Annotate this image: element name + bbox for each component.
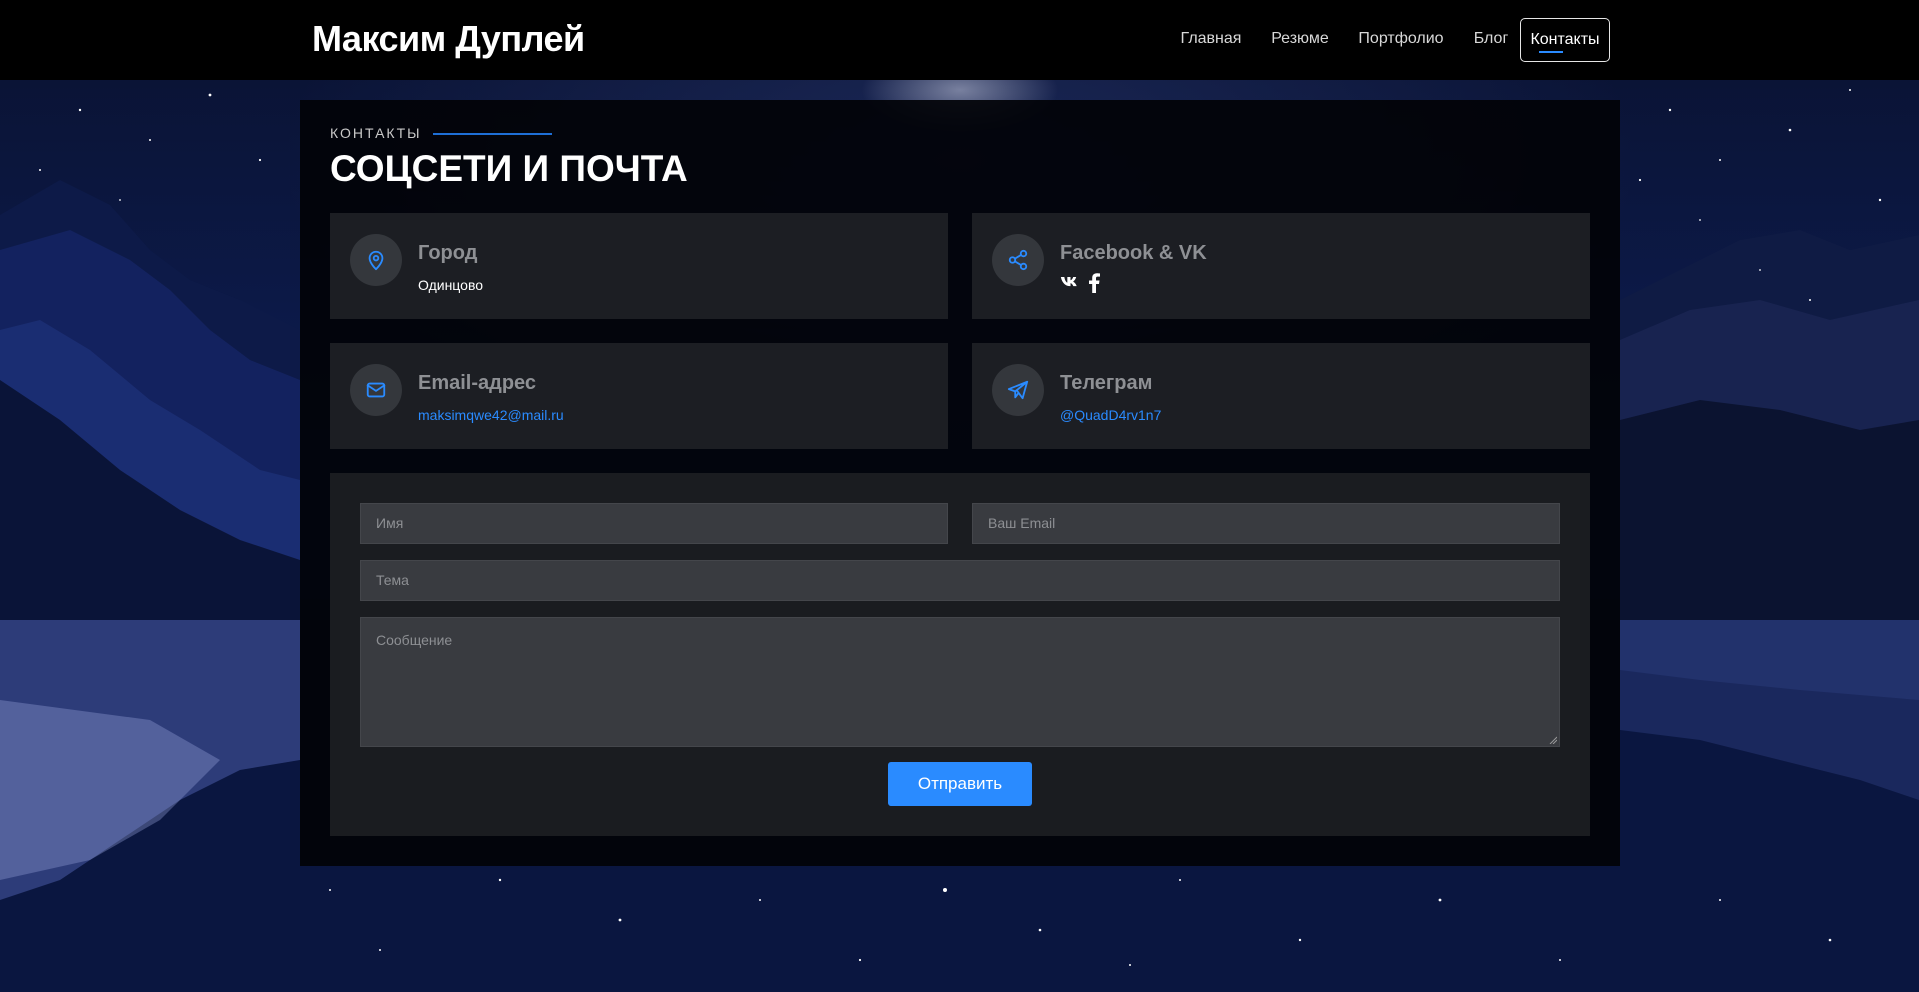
social-title: Facebook & VK [1060, 242, 1207, 264]
eyebrow-divider [433, 133, 552, 135]
telegram-title: Телеграм [1060, 372, 1153, 394]
telegram-card: Телеграм @QuadD4rv1n7 [972, 343, 1590, 449]
message-placeholder: Сообщение [376, 632, 453, 648]
site-header: Максим Дуплей Главная Резюме Портфолио Б… [0, 0, 1919, 80]
email-title: Email-адрес [418, 372, 537, 394]
section-eyebrow: КОНТАКТЫ [330, 125, 422, 141]
share-icon [992, 234, 1044, 286]
paper-plane-icon [992, 364, 1044, 416]
submit-button[interactable]: Отправить [888, 762, 1032, 806]
nav-item-contacts[interactable]: Контакты [1520, 18, 1610, 62]
city-value: Одинцово [418, 277, 484, 293]
contact-form: Имя Ваш Email Тема Сообщение Отправить [330, 473, 1590, 836]
social-card: Facebook & VK [972, 213, 1590, 319]
section-title: СОЦСЕТИ И ПОЧТА [330, 148, 688, 189]
vk-icon[interactable] [1060, 273, 1080, 296]
nav-item-portfolio[interactable]: Портфолио [1358, 18, 1444, 62]
message-textarea[interactable]: Сообщение [360, 617, 1560, 747]
email-card: Email-адрес maksimqwe42@mail.ru [330, 343, 948, 449]
telegram-link[interactable]: @QuadD4rv1n7 [1060, 407, 1161, 423]
active-underline [1539, 51, 1563, 53]
email-link[interactable]: maksimqwe42@mail.ru [418, 407, 564, 423]
resize-handle-icon[interactable] [1549, 736, 1557, 744]
contacts-section: КОНТАКТЫ СОЦСЕТИ И ПОЧТА Город Одинцово … [300, 100, 1620, 866]
main-navigation: Главная Резюме Портфолио Блог Контакты [0, 18, 1919, 62]
nav-item-resume[interactable]: Резюме [1270, 18, 1330, 62]
nav-item-blog[interactable]: Блог [1472, 18, 1510, 62]
city-card: Город Одинцово [330, 213, 948, 319]
city-title: Город [418, 242, 478, 264]
envelope-icon [350, 364, 402, 416]
map-pin-icon [350, 234, 402, 286]
nav-item-contacts-label: Контакты [1530, 31, 1600, 48]
nav-item-home[interactable]: Главная [1180, 18, 1242, 62]
facebook-icon[interactable] [1088, 273, 1100, 298]
email-input[interactable]: Ваш Email [972, 503, 1560, 544]
subject-input[interactable]: Тема [360, 560, 1560, 601]
name-input[interactable]: Имя [360, 503, 948, 544]
